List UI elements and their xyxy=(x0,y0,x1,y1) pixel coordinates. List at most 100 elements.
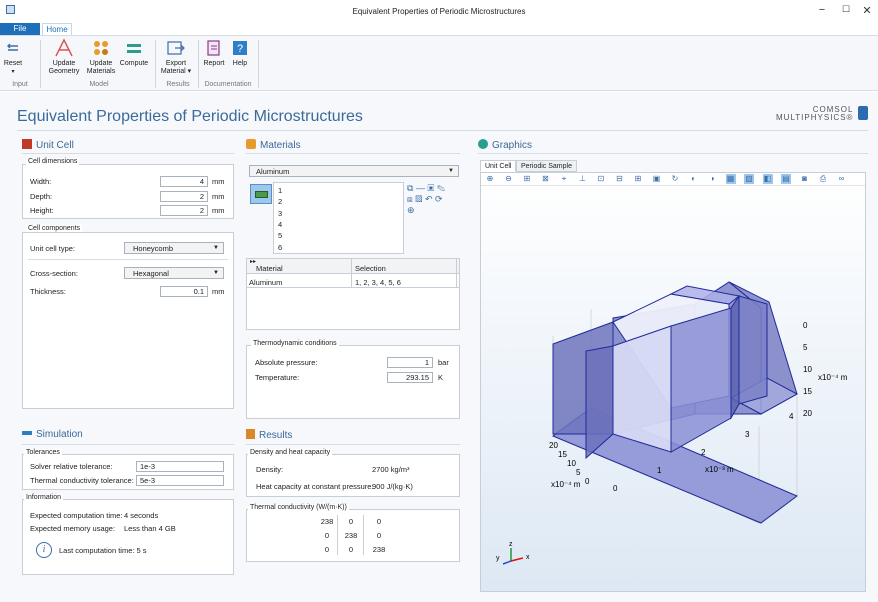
y-tick-label: 0 xyxy=(585,477,590,486)
list-tools: ⧉ — ▣ ✎ ⧈ ▧ ↶ ⟳ ⊕ xyxy=(407,183,459,215)
expected-time-label: Expected computation time: xyxy=(30,511,123,520)
minimize-button[interactable]: − xyxy=(812,4,832,16)
table-row-selection[interactable]: 1, 2, 3, 4, 5, 6 xyxy=(355,278,401,287)
selection-toggle-button[interactable] xyxy=(250,184,272,204)
view-zx-icon[interactable]: ⊞ xyxy=(633,174,643,184)
zoom-box-icon[interactable]: ⊞ xyxy=(522,174,532,184)
information-label: Information xyxy=(24,494,64,501)
sync-icon[interactable]: ⟳ xyxy=(435,194,443,204)
clear-icon[interactable]: ▧ xyxy=(415,194,422,204)
tab-periodic-sample[interactable]: Periodic Sample xyxy=(516,160,577,172)
lighting-icon[interactable]: ◐ xyxy=(689,174,699,184)
materials-title: Materials xyxy=(246,139,301,151)
y-tick-label: 15 xyxy=(558,450,567,459)
zoom-out-icon[interactable]: ⊖ xyxy=(504,174,514,184)
chevron-down-icon: ▼ xyxy=(448,168,454,174)
table-header-material: Material xyxy=(256,264,283,273)
update-materials-label: Update Materials xyxy=(86,60,116,75)
transparency-icon[interactable]: ▧ xyxy=(744,174,754,184)
copy-icon[interactable]: ⧉ xyxy=(407,183,413,193)
info-icon: i xyxy=(36,542,52,558)
table-row-material[interactable]: Aluminum xyxy=(249,278,282,287)
zoom-selected-icon[interactable]: ▣ xyxy=(427,183,434,193)
export-material-button[interactable]: Export Material ▾ xyxy=(159,38,193,76)
update-materials-button[interactable]: Update Materials xyxy=(86,38,116,76)
view-xy-icon[interactable]: ⊡ xyxy=(596,174,606,184)
height-input[interactable]: 2 xyxy=(160,205,208,216)
width-label: Width: xyxy=(30,177,52,186)
view-yz-icon[interactable]: ⊟ xyxy=(615,174,625,184)
center-icon[interactable]: ⌖ xyxy=(559,174,569,184)
view-3d-icon[interactable]: ▣ xyxy=(652,174,662,184)
width-input[interactable]: 4 xyxy=(160,176,208,187)
domain-list-item[interactable]: 4 xyxy=(278,220,282,229)
temperature-input[interactable]: 293.15 xyxy=(387,372,433,383)
chevron-down-icon: ▼ xyxy=(213,270,219,276)
thermal-tolerance-input[interactable]: 5e-3 xyxy=(136,475,224,486)
depth-input[interactable]: 2 xyxy=(160,191,208,202)
link-icon[interactable]: ∞ xyxy=(837,174,847,184)
domain-list[interactable] xyxy=(273,182,404,254)
triad-y-axis xyxy=(502,560,512,565)
tab-home[interactable]: Home xyxy=(42,23,72,35)
tab-file[interactable]: File xyxy=(0,23,40,35)
unit-cell-plot[interactable]: 20151050x10⁻⁴ m20151050x10⁻⁴ m 01234x10⁻³… xyxy=(481,186,865,591)
front-cell-face xyxy=(612,325,672,453)
help-label: Help xyxy=(232,60,248,67)
rotate-icon[interactable]: ↻ xyxy=(670,174,680,184)
y-tick-label: 5 xyxy=(576,468,581,477)
undo-icon[interactable]: ↶ xyxy=(425,194,433,204)
camera-icon[interactable]: ◙ xyxy=(800,174,810,184)
select-icon[interactable]: ◧ xyxy=(762,174,773,184)
remove-icon[interactable]: — xyxy=(416,183,425,193)
zoom-extents-icon[interactable]: ⊠ xyxy=(541,174,551,184)
x-unit-label: x10⁻³ m xyxy=(705,465,734,474)
report-button[interactable]: Report xyxy=(202,38,226,68)
density-label: Density: xyxy=(256,465,284,474)
material-select[interactable]: Aluminum ▼ xyxy=(249,165,459,177)
crosshair-icon[interactable]: ⊕ xyxy=(407,205,415,215)
compute-button[interactable]: Compute xyxy=(118,38,150,68)
zoom-in-icon[interactable]: ⊕ xyxy=(485,174,495,184)
window-title: Equivalent Properties of Periodic Micros… xyxy=(352,7,526,16)
brush-icon[interactable]: ✎ xyxy=(437,183,445,193)
graphics-icon xyxy=(478,139,488,149)
report-label: Report xyxy=(203,60,225,67)
domain-list-item[interactable]: 6 xyxy=(278,243,282,252)
reset-button[interactable]: Reset ▾ xyxy=(2,38,24,76)
help-button[interactable]: ? Help xyxy=(229,38,251,68)
cell-components-label: Cell components xyxy=(26,225,83,232)
materials-icon xyxy=(246,139,256,149)
domain-list-item[interactable]: 3 xyxy=(278,209,282,218)
axes-icon[interactable]: ⊥ xyxy=(578,174,588,184)
results-title: Results xyxy=(246,429,292,441)
solver-tolerance-input[interactable]: 1e-3 xyxy=(136,461,224,472)
tab-unit-cell[interactable]: Unit Cell xyxy=(480,160,517,172)
update-geometry-button[interactable]: Update Geometry xyxy=(44,38,84,76)
grid-icon[interactable]: ▤ xyxy=(781,174,791,184)
close-button[interactable]: ✕ xyxy=(857,4,877,17)
maximize-button[interactable]: ☐ xyxy=(836,4,856,15)
paste-icon[interactable]: ⧈ xyxy=(407,194,413,204)
conductivity-matrix-cell: 0 xyxy=(324,531,330,540)
group-input-label: Input xyxy=(12,81,28,88)
cell-dimensions-label: Cell dimensions xyxy=(26,158,80,165)
render-icon[interactable]: ◑ xyxy=(707,174,717,184)
tolerances-label: Tolerances xyxy=(24,449,62,456)
z-tick-label: 5 xyxy=(803,343,808,352)
last-computation-time: Last computation time: 5 s xyxy=(59,546,147,555)
group-results-label: Results xyxy=(166,81,190,88)
pressure-input[interactable]: 1 xyxy=(387,357,433,368)
domain-list-item[interactable]: 2 xyxy=(278,197,282,206)
page-title: Equivalent Properties of Periodic Micros… xyxy=(17,108,363,125)
ribbon: Reset ▾ Update Geometry Update Materials … xyxy=(0,35,878,91)
domain-list-item[interactable]: 1 xyxy=(278,186,282,195)
cross-section-select[interactable]: Hexagonal ▼ xyxy=(124,267,224,279)
thickness-input[interactable]: 0.1 xyxy=(160,286,208,297)
help-icon: ? xyxy=(233,41,247,55)
conductivity-matrix-cell: 0 xyxy=(348,517,354,526)
print-icon[interactable]: ⎙ xyxy=(818,174,828,184)
domain-list-item[interactable]: 5 xyxy=(278,231,282,240)
wireframe-icon[interactable]: ▦ xyxy=(725,174,736,184)
unit-cell-type-select[interactable]: Honeycomb ▼ xyxy=(124,242,224,254)
